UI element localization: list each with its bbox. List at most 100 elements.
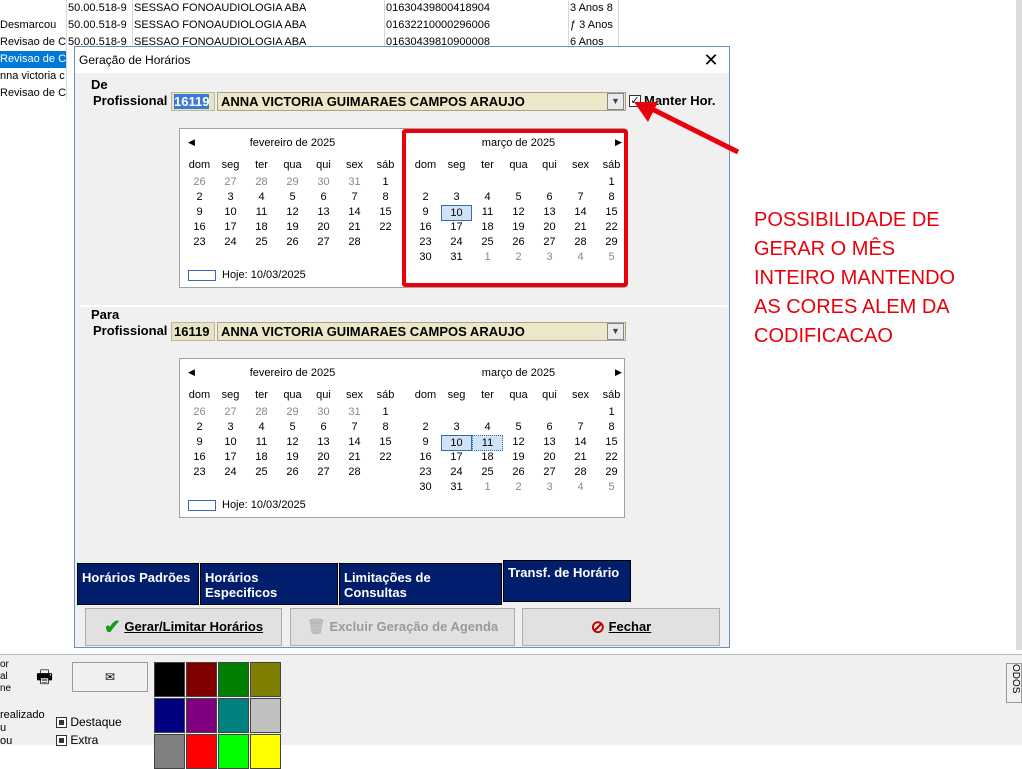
envelope-button[interactable]: ✉ (72, 662, 148, 692)
excluir-button[interactable]: 🗑 Excluir Geração de Agenda (290, 608, 515, 646)
calendar-day[interactable]: 19 (277, 450, 308, 464)
calendar-day[interactable]: 9 (184, 205, 215, 219)
calendar-day[interactable]: 28 (565, 465, 596, 479)
calendar-day[interactable]: 21 (339, 450, 370, 464)
calendar-day[interactable]: 7 (565, 420, 596, 434)
calendar-day[interactable]: 13 (308, 205, 339, 219)
calendar-day[interactable]: 22 (596, 450, 627, 464)
calendar-day[interactable]: 12 (503, 435, 534, 449)
calendar-day[interactable]: 31 (339, 175, 370, 189)
calendar-day[interactable]: 7 (339, 190, 370, 204)
calendar-day[interactable]: 4 (565, 480, 596, 494)
calendar-day[interactable]: 25 (246, 465, 277, 479)
calendar-day[interactable]: 2 (184, 420, 215, 434)
prev-month-icon[interactable]: ◀ (188, 367, 195, 378)
color-swatch[interactable] (154, 698, 185, 733)
color-swatch[interactable] (250, 698, 281, 733)
calendar-day[interactable]: 5 (277, 190, 308, 204)
para-profissional-select[interactable]: ANNA VICTORIA GUIMARAES CAMPOS ARAUJO (217, 322, 626, 341)
next-month-icon[interactable]: ▶ (615, 367, 622, 378)
calendar-day[interactable]: 1 (472, 480, 503, 494)
calendar-day[interactable]: 24 (215, 235, 246, 249)
color-swatch[interactable] (154, 734, 185, 769)
color-swatch[interactable] (218, 698, 249, 733)
color-swatch[interactable] (154, 662, 185, 697)
calendar-day[interactable]: 16 (410, 450, 441, 464)
calendar-day[interactable]: 6 (308, 190, 339, 204)
calendar-day[interactable]: 4 (472, 420, 503, 434)
calendar-day[interactable]: 27 (308, 235, 339, 249)
calendar-day[interactable]: 26 (184, 175, 215, 189)
calendar-day[interactable]: 18 (472, 450, 503, 464)
calendar-day[interactable]: 16 (184, 450, 215, 464)
calendar-day[interactable]: 18 (246, 450, 277, 464)
calendar-day[interactable]: 5 (596, 480, 627, 494)
calendar-day[interactable]: 2 (184, 190, 215, 204)
calendar-day[interactable]: 11 (472, 435, 503, 451)
tab-transf-horario[interactable]: Transf. de Horário (503, 560, 631, 602)
calendar-day[interactable]: 17 (215, 220, 246, 234)
calendar-day[interactable]: 26 (184, 405, 215, 419)
color-swatch[interactable] (186, 662, 217, 697)
calendar-day[interactable]: 16 (184, 220, 215, 234)
today-label[interactable]: Hoje: 10/03/2025 (188, 499, 306, 511)
table-row[interactable]: 50.00.518-9 SESSAO FONOAUDIOLOGIA ABA 0163… (0, 0, 620, 17)
calendar-day[interactable]: 27 (215, 175, 246, 189)
calendar-day[interactable]: 28 (246, 405, 277, 419)
calendar-day[interactable]: 1 (370, 175, 401, 189)
color-swatch[interactable] (218, 734, 249, 769)
calendar-day[interactable]: 20 (534, 450, 565, 464)
calendar-day[interactable]: 15 (596, 435, 627, 449)
calendar-day[interactable]: 28 (339, 465, 370, 479)
chevron-down-icon[interactable]: ▼ (607, 323, 624, 340)
calendar-day[interactable]: 19 (277, 220, 308, 234)
fechar-button[interactable]: ⊘ Fechar (522, 608, 720, 646)
calendar-day[interactable]: 4 (246, 420, 277, 434)
calendar-day[interactable]: 3 (215, 420, 246, 434)
printer-icon[interactable]: 🖶 (36, 665, 62, 687)
close-icon[interactable]: ✕ (701, 49, 721, 71)
calendar-day[interactable]: 10 (441, 435, 472, 451)
color-swatch[interactable] (186, 734, 217, 769)
prev-month-icon[interactable]: ◀ (188, 137, 195, 148)
calendar-day[interactable]: 6 (534, 420, 565, 434)
calendar-day[interactable]: 19 (503, 450, 534, 464)
calendar-day[interactable]: 22 (370, 450, 401, 464)
calendar-day[interactable]: 31 (441, 480, 472, 494)
calendar-day[interactable]: 26 (277, 465, 308, 479)
tab-limitacoes-consultas[interactable]: Limitações de Consultas (339, 563, 502, 605)
color-swatch[interactable] (218, 662, 249, 697)
calendar-day[interactable]: 8 (596, 420, 627, 434)
calendar-day[interactable]: 17 (441, 450, 472, 464)
calendar-day[interactable]: 13 (308, 435, 339, 449)
table-row[interactable]: Desmarcou 50.00.518-9 SESSAO FONOAUDIOLOGI… (0, 17, 620, 34)
calendar-day[interactable]: 12 (277, 435, 308, 449)
calendar-day[interactable]: 24 (441, 465, 472, 479)
calendar-day[interactable]: 1 (596, 405, 627, 419)
calendar-day[interactable]: 30 (410, 480, 441, 494)
calendar-day[interactable]: 14 (339, 205, 370, 219)
calendar-day[interactable]: 12 (277, 205, 308, 219)
calendar-day[interactable]: 14 (565, 435, 596, 449)
calendar-day[interactable]: 22 (370, 220, 401, 234)
calendar-day[interactable]: 23 (410, 465, 441, 479)
calendar-day[interactable]: 8 (370, 190, 401, 204)
chevron-down-icon[interactable]: ▼ (607, 93, 624, 110)
color-swatch[interactable] (250, 734, 281, 769)
calendar-day[interactable]: 29 (277, 175, 308, 189)
gerar-button[interactable]: ✔ Gerar/Limitar Horários (85, 608, 282, 646)
calendar-day[interactable]: 17 (215, 450, 246, 464)
calendar-day[interactable]: 7 (339, 420, 370, 434)
calendar-day[interactable]: 4 (246, 190, 277, 204)
calendar-day[interactable]: 25 (246, 235, 277, 249)
calendar-day[interactable]: 31 (339, 405, 370, 419)
calendar-day[interactable]: 27 (215, 405, 246, 419)
calendar-day[interactable]: 23 (184, 235, 215, 249)
today-label[interactable]: Hoje: 10/03/2025 (188, 269, 306, 281)
calendar-day[interactable]: 5 (277, 420, 308, 434)
calendar-day[interactable]: 20 (308, 450, 339, 464)
calendar-day[interactable]: 10 (215, 205, 246, 219)
calendar-day[interactable]: 1 (370, 405, 401, 419)
color-swatch[interactable] (250, 662, 281, 697)
destaque-row[interactable]: Destaque (56, 715, 122, 729)
